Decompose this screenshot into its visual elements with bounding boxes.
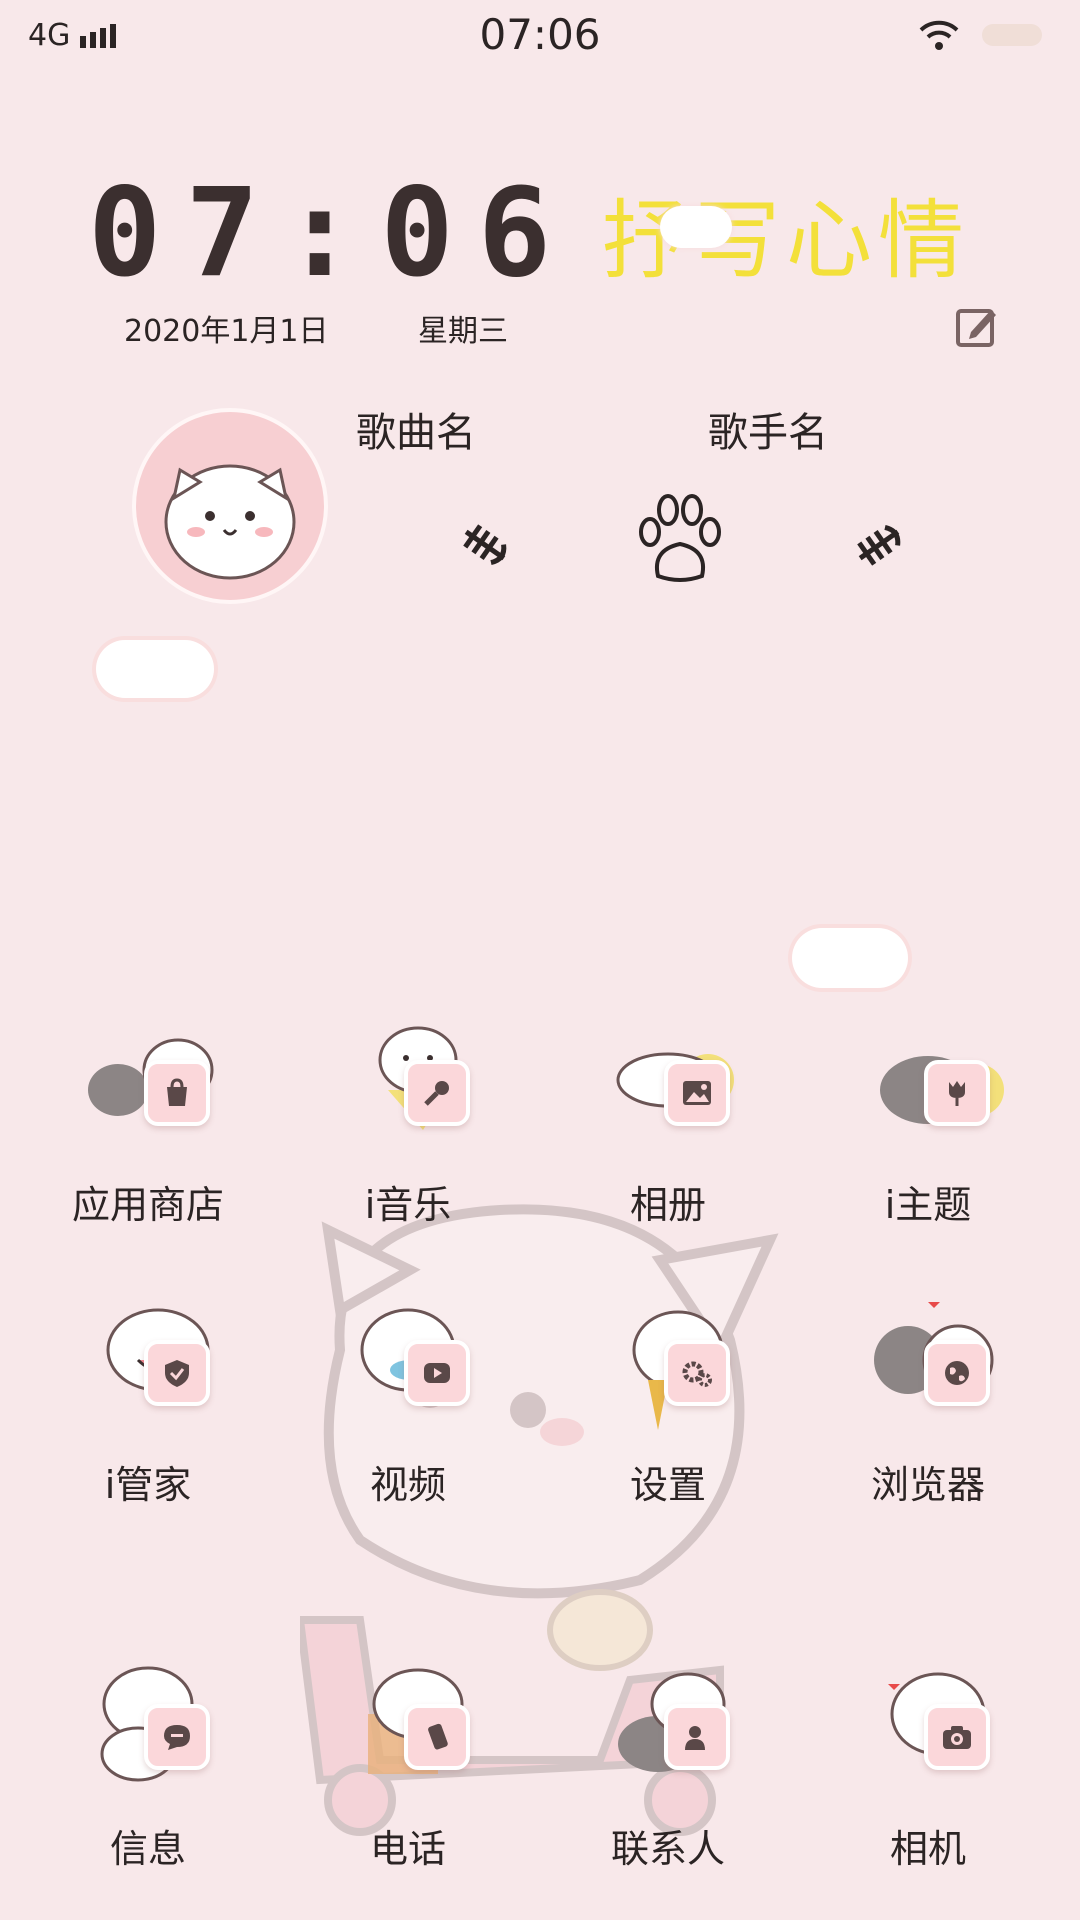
shield-icon: [144, 1340, 210, 1406]
shopping-bag-icon: [144, 1060, 210, 1126]
app-label: i主题: [884, 1183, 972, 1227]
app-label: 视频: [369, 1463, 446, 1507]
app-icon[interactable]: 相机: [808, 1654, 1048, 1894]
app-icon[interactable]: 相册: [548, 1010, 788, 1250]
photo-icon: [664, 1060, 730, 1126]
app-label: 联系人: [610, 1827, 725, 1871]
edit-icon[interactable]: [955, 304, 999, 348]
clock-widget-time[interactable]: 07:06: [88, 162, 575, 304]
app-label: i音乐: [364, 1183, 452, 1227]
mood-text[interactable]: 抒写心情: [602, 170, 970, 295]
app-icon[interactable]: 设置: [548, 1290, 788, 1530]
tulip-icon: [924, 1060, 990, 1126]
app-icon[interactable]: i音乐: [288, 1010, 528, 1250]
app-icon[interactable]: 联系人: [548, 1654, 788, 1894]
play-icon: [404, 1340, 470, 1406]
app-label: 信息: [109, 1827, 186, 1871]
battery-icon: [982, 24, 1042, 46]
app-label: 电话: [369, 1827, 446, 1871]
message-icon: [144, 1704, 210, 1770]
app-icon[interactable]: 浏览器: [808, 1290, 1048, 1530]
app-icon[interactable]: 信息: [28, 1654, 268, 1894]
app-label: 应用商店: [71, 1183, 224, 1227]
globe-icon: [924, 1340, 990, 1406]
cat-avatar-icon: [164, 464, 296, 580]
weekday-label: 星期三: [418, 314, 508, 349]
cloud-decoration: [660, 206, 732, 248]
app-label: i管家: [104, 1463, 192, 1507]
app-icon[interactable]: 电话: [288, 1654, 528, 1894]
cloud-decoration: [96, 640, 214, 698]
singer-name: 歌手名: [708, 410, 828, 456]
app-label: 相册: [629, 1183, 706, 1227]
previous-track-icon[interactable]: [452, 512, 518, 578]
app-icon[interactable]: 视频: [288, 1290, 528, 1530]
app-icon[interactable]: i主题: [808, 1010, 1048, 1250]
app-label: 浏览器: [870, 1463, 985, 1507]
album-cover[interactable]: [132, 408, 328, 604]
camera-icon: [924, 1704, 990, 1770]
gear-icon: [664, 1340, 730, 1406]
phone-icon: [404, 1704, 470, 1770]
app-icon[interactable]: i管家: [28, 1290, 268, 1530]
date-label: 2020年1月1日: [124, 314, 329, 349]
contact-icon: [664, 1704, 730, 1770]
app-label: 相机: [889, 1827, 966, 1871]
song-name: 歌曲名: [356, 410, 476, 456]
paw-play-icon[interactable]: [628, 488, 732, 592]
app-label: 设置: [629, 1463, 706, 1507]
cloud-decoration: [792, 928, 908, 988]
next-track-icon[interactable]: [846, 512, 912, 578]
app-icon[interactable]: 应用商店: [28, 1010, 268, 1250]
wifi-icon: [919, 20, 959, 50]
microphone-icon: [404, 1060, 470, 1126]
